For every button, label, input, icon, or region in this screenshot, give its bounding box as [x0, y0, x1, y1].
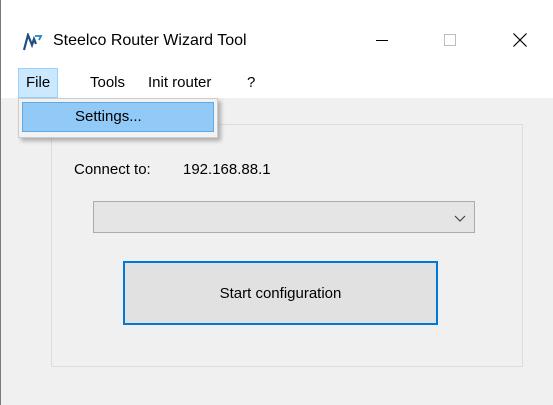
- menu-file[interactable]: File: [18, 68, 59, 98]
- close-icon: [513, 33, 527, 47]
- app-logo-icon: [22, 31, 43, 51]
- maximize-icon: [444, 34, 456, 46]
- start-configuration-button[interactable]: Start configuration: [123, 261, 438, 325]
- menu-tools[interactable]: Tools: [83, 68, 132, 98]
- maximize-button[interactable]: [427, 20, 473, 60]
- connect-ip-value: 192.168.88.1: [183, 161, 271, 178]
- menu-bar: File Tools Init router ?: [1, 68, 553, 98]
- main-window: Steelco Router Wizard Tool File Tools In…: [0, 0, 553, 405]
- connect-to-label: Connect to:: [74, 161, 151, 178]
- menu-help[interactable]: ?: [240, 68, 262, 98]
- menu-item-settings[interactable]: Settings...: [22, 102, 214, 132]
- window-title: Steelco Router Wizard Tool: [53, 32, 247, 49]
- title-bar[interactable]: Steelco Router Wizard Tool: [1, 0, 553, 68]
- router-select-dropdown[interactable]: [93, 201, 475, 233]
- minimize-icon: [376, 40, 388, 41]
- chevron-down-icon: [454, 211, 466, 223]
- close-button[interactable]: [497, 20, 543, 60]
- file-menu-dropdown: Settings...: [18, 98, 218, 138]
- minimize-button[interactable]: [359, 20, 405, 60]
- menu-init-router[interactable]: Init router: [141, 68, 218, 98]
- start-configuration-label: Start configuration: [219, 284, 342, 302]
